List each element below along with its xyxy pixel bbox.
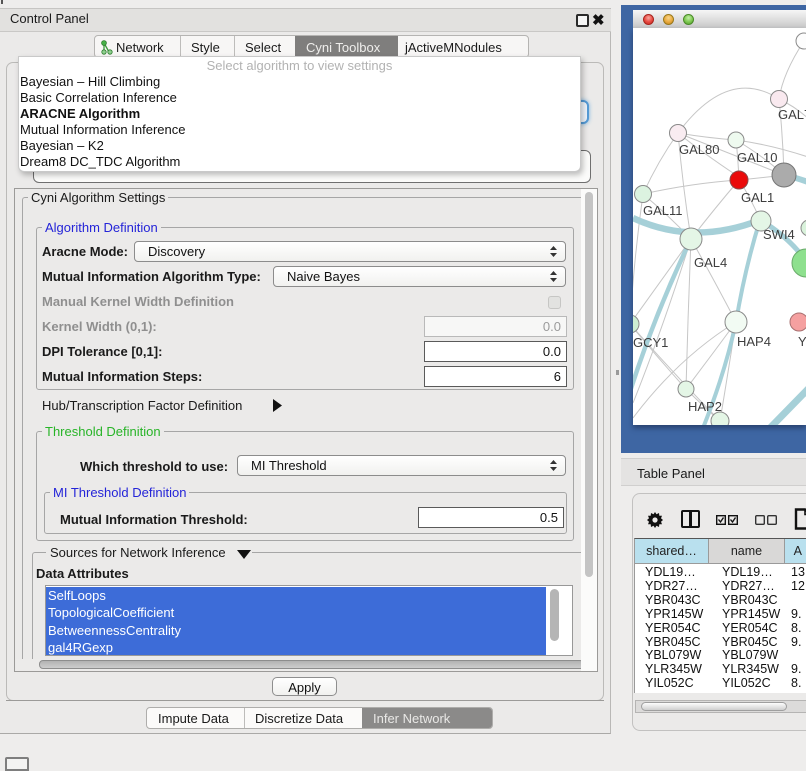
svg-text:HAP2: HAP2 [688, 399, 722, 414]
svg-text:GAL11: GAL11 [643, 203, 683, 218]
svg-text:GAL1: GAL1 [741, 190, 774, 205]
svg-text:GAL7: GAL7 [778, 107, 806, 122]
svg-text:GCY1: GCY1 [633, 335, 668, 350]
svg-text:GAL4: GAL4 [694, 255, 727, 270]
svg-text:Y: Y [798, 334, 806, 349]
svg-text:HAP4: HAP4 [737, 334, 771, 349]
svg-text:SWI4: SWI4 [763, 227, 795, 242]
svg-text:GAL10: GAL10 [737, 150, 777, 165]
svg-text:GAL80: GAL80 [679, 142, 719, 157]
